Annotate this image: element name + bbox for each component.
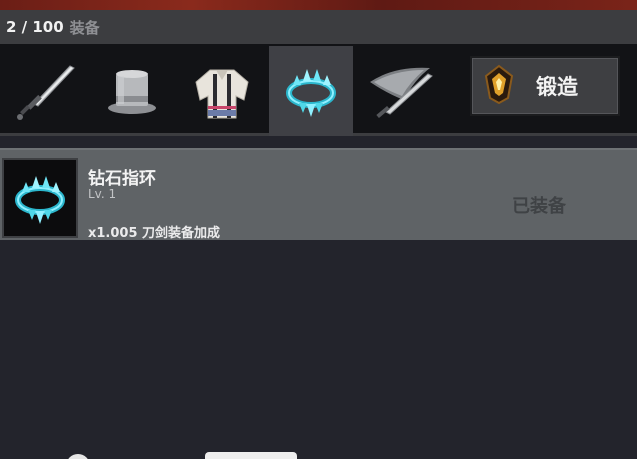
bottom-pill-button[interactable] <box>205 452 297 459</box>
equipped-status: 已装备 <box>512 196 566 217</box>
inventory-count: 2 / 100 <box>6 18 64 36</box>
equipment-category-tabs: 锻造 <box>0 44 637 136</box>
jacket-icon <box>195 69 249 119</box>
sword-icon <box>17 65 75 120</box>
item-thumbnail <box>2 158 78 238</box>
item-bonus: x1.005 刀剑装备加成 <box>88 226 221 241</box>
diamond-ring-icon <box>286 69 336 117</box>
tab-clothing[interactable] <box>180 48 264 136</box>
forge-button[interactable]: 锻造 <box>470 56 620 116</box>
tab-accessory[interactable] <box>269 46 353 136</box>
background-scene-strip <box>0 0 637 10</box>
top-hat-icon <box>108 70 156 114</box>
bottom-controls <box>0 440 637 459</box>
inventory-header: 2 / 100 装备 <box>0 10 637 44</box>
item-name: 钻石指环 <box>88 169 156 189</box>
feather-blade-icon <box>370 67 433 119</box>
forge-gem-icon <box>484 64 514 108</box>
tab-hat[interactable] <box>90 48 174 136</box>
forge-button-label: 锻造 <box>536 75 578 99</box>
tab-sword[interactable] <box>4 48 88 136</box>
diamond-ring-icon <box>15 176 65 224</box>
equipment-list-item[interactable]: 钻石指环 Lv. 1 x1.005 刀剑装备加成 已装备 <box>0 148 637 241</box>
tab-special-weapon[interactable] <box>358 48 442 136</box>
bottom-round-button[interactable] <box>66 454 90 459</box>
inventory-label: 装备 <box>69 18 100 37</box>
item-level: Lv. 1 <box>88 187 117 201</box>
